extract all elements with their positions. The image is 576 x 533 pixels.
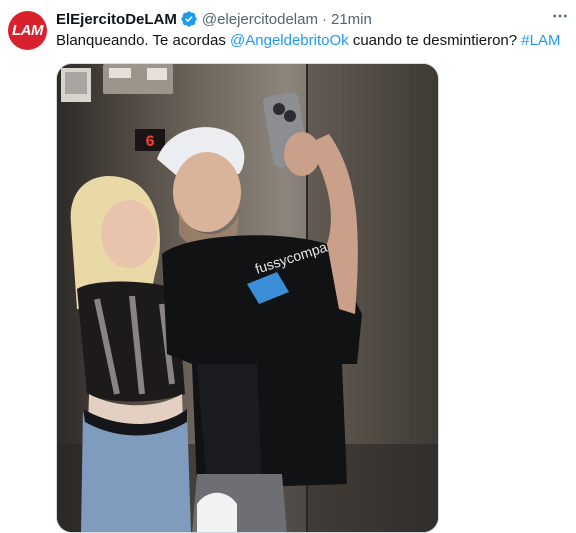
floor-number: 6	[145, 133, 155, 151]
mention-link[interactable]: @AngeldebritoOk	[230, 32, 349, 49]
account-handle[interactable]: @elejercitodelam	[202, 11, 318, 28]
white-bag	[197, 492, 237, 532]
display-name[interactable]: ElEjercitoDeLAM	[56, 11, 177, 28]
tweet-text-part: Blanqueando. Te acordas	[56, 32, 231, 49]
hashtag-link[interactable]: #LAM	[521, 32, 560, 49]
tweet-header: ElEjercitoDeLAM @elejercitodelam · 21min	[56, 9, 372, 29]
verified-badge-icon	[180, 10, 198, 28]
avatar[interactable]: LAM	[8, 11, 47, 50]
timestamp[interactable]: 21min	[331, 11, 372, 28]
more-options-icon[interactable]	[548, 6, 572, 26]
woman-face	[101, 200, 157, 268]
separator-dot: ·	[321, 10, 327, 28]
tweet-text: Blanqueando. Te acordas @AngeldebritoOk …	[56, 31, 560, 51]
elevator-selfie-photo: 6 fussycompany	[57, 64, 438, 532]
tweet-photo[interactable]: 6 fussycompany	[56, 63, 439, 533]
tweet-text-part: cuando te desmintieron?	[348, 32, 522, 49]
avatar-logo-text: LAM	[12, 22, 44, 39]
